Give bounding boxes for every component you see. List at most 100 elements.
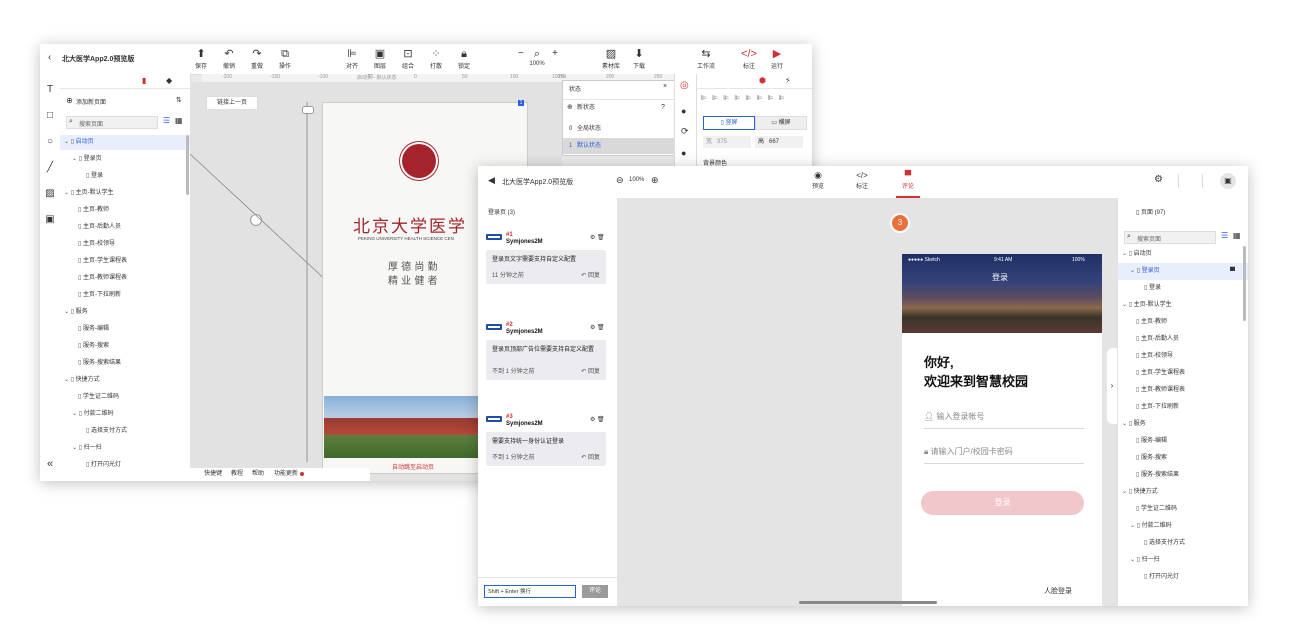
close-icon[interactable]: × <box>663 83 667 90</box>
page-tree-item[interactable]: 服务-编辑 <box>1118 433 1248 450</box>
page-tree-item[interactable]: 主页-学生课程表 <box>1118 365 1248 382</box>
reply-button[interactable]: ↶ 回复 <box>581 366 600 375</box>
frame-tool-icon[interactable]: ▣ <box>44 214 56 225</box>
page-tree-item[interactable]: 打开闪光灯 <box>1118 569 1248 586</box>
sync-icon[interactable]: ● <box>681 106 686 116</box>
page-tree-item[interactable]: 主页-教师课程表 <box>60 271 190 286</box>
align-button[interactable]: ⊫ 对齐 <box>339 48 365 70</box>
page-tree-item[interactable]: 服务-搜索结果 <box>60 356 190 371</box>
page-tree-item[interactable]: 主页-教师课程表 <box>1118 382 1248 399</box>
zoom-out-icon[interactable]: ⊖ <box>616 175 624 186</box>
ungroup-button[interactable]: ⁘ 打散 <box>423 48 449 70</box>
page-tree-item[interactable]: 快捷方式 <box>1118 484 1248 501</box>
add-page-button[interactable]: 添加新页面 <box>76 97 106 106</box>
workflow-button[interactable]: ⇆ 工作流 <box>693 48 719 70</box>
image-tool-icon[interactable]: ▨ <box>44 188 56 199</box>
scrollbar[interactable] <box>186 135 189 195</box>
updates-link[interactable]: 功能更新 <box>274 468 298 481</box>
page-tree-item[interactable]: 登录 <box>60 169 190 184</box>
save-button[interactable]: ⬆ 保存 <box>188 48 214 70</box>
zoom-in-button[interactable]: + <box>552 48 558 59</box>
panel-expand-handle[interactable]: › <box>1107 348 1117 424</box>
page-tree-item[interactable]: 主页-校领导 <box>60 237 190 252</box>
page-search-input[interactable]: ⌕ 搜索页面 <box>66 116 158 129</box>
page-tree-item[interactable]: 主页-默认学生 <box>60 186 190 201</box>
dot-icon[interactable]: ● <box>681 148 686 158</box>
preview-page-search[interactable]: ⌕ 搜索页面 <box>1124 231 1216 244</box>
page-tree-item[interactable]: 服务-搜索 <box>1118 450 1248 467</box>
page-tree-item[interactable]: 主页-下拉刷新 <box>1118 399 1248 416</box>
grid-view-icon[interactable]: ▦ <box>175 116 183 125</box>
zoom-in-icon[interactable]: ⊕ <box>651 175 659 186</box>
comment-actions-icon[interactable]: ⚙ 🗑︎ <box>590 234 605 241</box>
back-circle-icon[interactable]: ◀ <box>488 175 495 186</box>
group-button[interactable]: ⊡ 组合 <box>395 48 421 70</box>
page-tree-item[interactable]: 登录页 <box>60 152 190 167</box>
scrollbar[interactable] <box>1243 246 1246 321</box>
page-tree-item[interactable]: 选择支付方式 <box>1118 535 1248 552</box>
page-tree-item[interactable]: 付款二维码 <box>60 407 190 422</box>
help-link[interactable]: 帮助 <box>252 468 264 481</box>
page-tree-item[interactable]: 主页-教师 <box>60 203 190 218</box>
comment-toggle-icon[interactable]: ▣ <box>1220 173 1236 189</box>
page-tree-item[interactable]: 付款二维码 <box>1118 518 1248 535</box>
page-tree-item[interactable]: 主页-教师 <box>1118 314 1248 331</box>
slider-handle[interactable] <box>302 106 314 114</box>
comment-card-2[interactable]: #2 Symjones2M ⚙ 🗑︎ 登录页顶部广告位需要支持自定义配置 不到 1… <box>486 318 606 390</box>
page-tree-item[interactable]: 服务-搜索 <box>60 339 190 354</box>
tab-annotate[interactable]: </> 标注 <box>850 170 874 190</box>
zoom-control[interactable]: ⌕ 100% <box>524 48 550 67</box>
rotate-icon[interactable]: ⟳ <box>681 126 689 137</box>
page-tree-item[interactable]: 主页-学生课程表 <box>60 254 190 269</box>
interaction-tab-icon[interactable]: ⚡ <box>785 76 791 85</box>
add-circle-icon[interactable]: ⊕ <box>66 96 73 105</box>
height-field[interactable]: 高 667 <box>755 136 803 148</box>
comment-card-1[interactable]: #1 Symjones2M ⚙ 🗑︎ 登录页文字需要支持自定义配置 11 分钟之前… <box>486 228 606 300</box>
redo-button[interactable]: ↷ 重做 <box>244 48 270 70</box>
page-tree-item[interactable]: 服务 <box>60 305 190 320</box>
page-tree-item[interactable]: 主页-后勤人员 <box>60 220 190 235</box>
comment-card-3[interactable]: #3 Symjones2M ⚙ 🗑︎ 需要支持统一身份认证登录 不到 1 分钟之前… <box>486 410 606 482</box>
collapse-icon[interactable]: « <box>44 458 56 470</box>
comment-actions-icon[interactable]: ⚙ 🗑︎ <box>590 324 605 331</box>
target-icon[interactable]: ◎ <box>680 80 689 91</box>
horizontal-scrollbar[interactable] <box>799 601 937 604</box>
landscape-toggle[interactable]: ▭ 横屏 <box>755 116 807 130</box>
tab-comments[interactable]: ▀ 评论 <box>896 170 920 198</box>
page-tree-item[interactable]: 扫一扫 <box>60 441 190 456</box>
comment-input[interactable]: Shift + Enter 换行 <box>484 585 576 598</box>
comment-pin[interactable]: 3 <box>892 215 908 231</box>
page-tree-item[interactable]: 启动页 <box>60 135 190 150</box>
page-tree-item[interactable]: 主页-下拉刷新 <box>60 288 190 303</box>
comment-actions-icon[interactable]: ⚙ 🗑︎ <box>590 416 605 423</box>
shortcuts-link[interactable]: 快捷键 <box>204 468 222 481</box>
page-tree-item[interactable]: 主页-校领导 <box>1118 348 1248 365</box>
page-tree-item[interactable]: 服务 <box>1118 416 1248 433</box>
align-tools-icon[interactable]: ⊫⊫⊫⊫⊫⊫⊫⊫ <box>701 94 790 102</box>
tab-preview[interactable]: ◉ 预览 <box>806 170 830 190</box>
circle-tool-icon[interactable]: ○ <box>44 136 56 147</box>
back-arrow-icon[interactable]: ‹ <box>48 52 51 63</box>
login-button[interactable]: 登录 <box>921 491 1084 515</box>
sort-icon[interactable]: ⇅ <box>176 96 182 104</box>
text-tool-icon[interactable]: T <box>44 84 56 95</box>
link-prev-button[interactable]: 链接上一页 <box>206 96 258 110</box>
password-input[interactable]: 🔒︎ 请输入门户/校园卡密码 <box>924 441 1084 464</box>
state-row-global[interactable]: 0 全局状态 <box>563 121 675 137</box>
reply-button[interactable]: ↶ 回复 <box>581 452 600 461</box>
zoom-out-button[interactable]: − <box>518 48 524 59</box>
list-view-icon[interactable]: ☰ <box>1221 231 1228 240</box>
page-tree-item[interactable]: 服务-编辑 <box>60 322 190 337</box>
component-tab-icon[interactable]: ◆ <box>166 76 172 85</box>
page-tree-item[interactable]: 扫一扫 <box>1118 552 1248 569</box>
lock-button[interactable]: 🔒︎ 锁定 <box>451 48 477 70</box>
page-tree-item[interactable]: 登录页 <box>1118 263 1248 280</box>
account-input[interactable]: 👤︎ 输入登录帐号 <box>924 406 1084 429</box>
style-tab-icon[interactable]: ⬢ <box>759 76 766 85</box>
page-tree-item[interactable]: 打开闪光灯 <box>60 458 190 473</box>
face-login-link[interactable]: 人脸登录 <box>1044 586 1072 596</box>
page-tree-item[interactable]: 学生证二维码 <box>1118 501 1248 518</box>
page-tab-icon[interactable]: ▮ <box>142 76 146 85</box>
page-tree-item[interactable]: 服务-搜索结果 <box>1118 467 1248 484</box>
assets-button[interactable]: ▨ 素材库 <box>598 48 624 70</box>
